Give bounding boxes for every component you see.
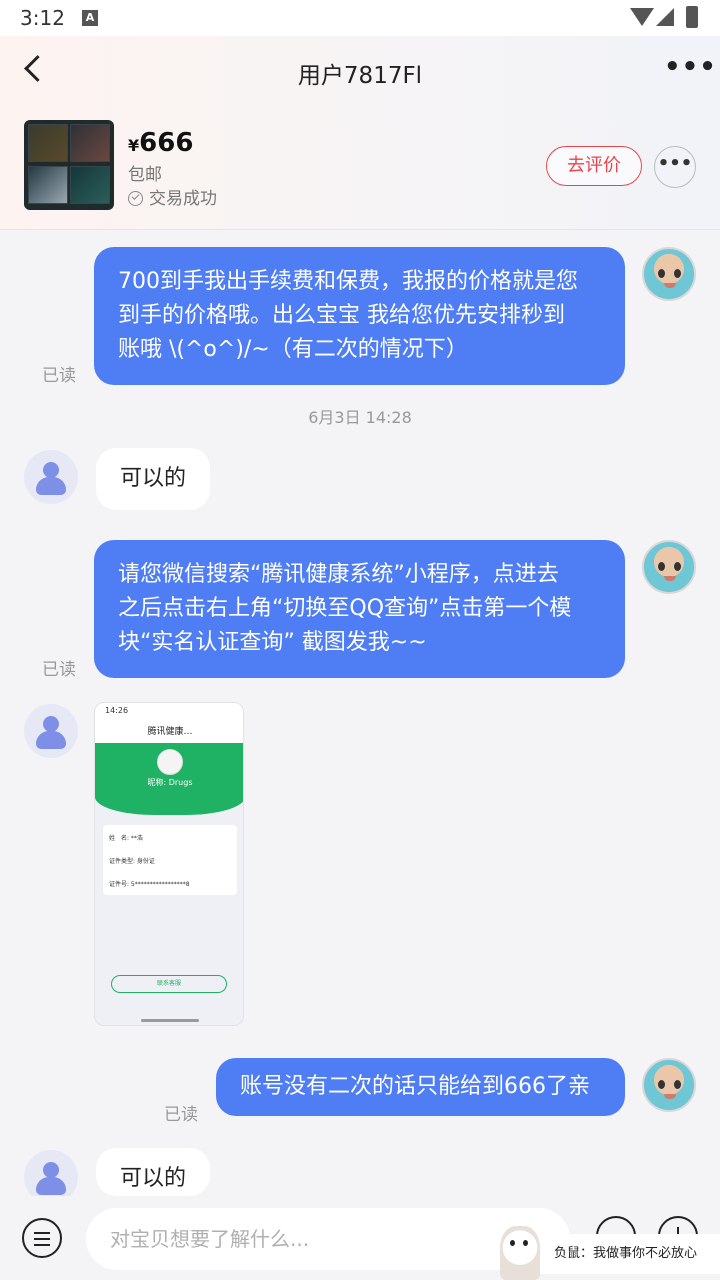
menu-icon[interactable] — [22, 1218, 62, 1258]
product-more-button[interactable]: ••• — [654, 146, 696, 188]
battery-icon — [686, 6, 698, 28]
notification-icon: A — [82, 10, 98, 26]
thumb-cell — [28, 166, 68, 204]
image-info-row: 证件号: 5*****************8 — [109, 881, 190, 888]
image-info-card: 姓 名: **浩 证件类型: 身份证 证件号: 5***************… — [103, 825, 237, 895]
message-line: 到手的价格哦。出么宝宝 我给您优先安排秒到 — [118, 303, 565, 328]
shipping-label: 包邮 — [128, 165, 162, 185]
product-thumbnail[interactable] — [24, 120, 114, 210]
thumb-cell — [70, 166, 110, 204]
status-time: 3:12 — [20, 6, 65, 30]
contact-avatar[interactable] — [24, 450, 78, 504]
watermark-caption: 负鼠：我做事你不必放心 — [540, 1234, 720, 1274]
thumb-cell — [70, 124, 110, 162]
image-home-indicator — [141, 1019, 199, 1022]
my-avatar[interactable] — [642, 540, 696, 594]
chat-header: 用户7817Fl ••• ¥666 包邮 交易成功 去评价 ••• — [0, 36, 720, 230]
more-options-icon[interactable]: ••• — [664, 54, 716, 80]
message-bubble-sent[interactable]: 请您微信搜索“腾讯健康系统”小程序，点进去 之后点击右上角“切换至QQ查询”点击… — [94, 540, 625, 678]
message-bubble-sent[interactable]: 700到手我出手续费和保费，我报的价格就是您 到手的价格哦。出么宝宝 我给您优先… — [94, 247, 625, 385]
thumb-cell — [28, 124, 68, 162]
review-button[interactable]: 去评价 — [546, 146, 642, 186]
currency-symbol: ¥ — [128, 136, 140, 155]
price-value: 666 — [139, 128, 194, 158]
read-receipt: 已读 — [42, 366, 76, 386]
product-price: ¥666 — [128, 128, 193, 158]
message-bubble-received[interactable]: 可以的 — [96, 448, 211, 510]
image-avatar — [157, 749, 183, 775]
my-avatar[interactable] — [642, 247, 696, 301]
wifi-icon — [630, 8, 654, 26]
read-receipt: 已读 — [42, 660, 76, 680]
message-input[interactable]: 对宝贝想要了解什么... — [86, 1208, 570, 1270]
image-info-row: 证件类型: 身份证 — [109, 858, 155, 865]
check-circle-icon — [128, 191, 143, 206]
image-info-row: 姓 名: **浩 — [109, 835, 143, 842]
message-line: 700到手我出手续费和保费，我报的价格就是您 — [118, 269, 578, 294]
image-nickname: 昵称: Drugs — [147, 778, 193, 787]
page-title: 用户7817Fl — [297, 63, 423, 89]
message-line: 之后点击右上角“切换至QQ查询”点击第一个模 — [118, 596, 572, 621]
read-receipt: 已读 — [164, 1105, 198, 1125]
dog-sticker-icon — [500, 1226, 540, 1280]
message-bubble-received[interactable]: 可以的 — [96, 1148, 211, 1196]
image-nav-title: 腾讯健康… — [95, 721, 243, 743]
image-message[interactable]: 14:26 腾讯健康… 昵称: Drugs 姓 名: **浩 证件类型: 身份证… — [94, 702, 244, 1026]
message-timestamp: 6月3日 14:28 — [308, 408, 412, 427]
contact-avatar[interactable] — [24, 704, 78, 758]
signal-icon — [656, 8, 674, 26]
deal-status-text: 交易成功 — [149, 189, 217, 209]
image-status-bar: 14:26 — [95, 703, 243, 721]
my-avatar[interactable] — [642, 1058, 696, 1112]
message-bubble-sent[interactable]: 账号没有二次的话只能给到666了亲 — [216, 1058, 625, 1116]
status-bar: 3:12 A — [0, 0, 720, 36]
message-line: 账哦 \(^o^)/~（有二次的情况下） — [118, 337, 468, 362]
message-line: 请您微信搜索“腾讯健康系统”小程序，点进去 — [118, 562, 559, 587]
deal-status: 交易成功 — [128, 184, 217, 209]
message-line: 块“实名认证查询” 截图发我~~ — [118, 630, 427, 655]
image-contact-button: 联系客服 — [111, 975, 227, 993]
